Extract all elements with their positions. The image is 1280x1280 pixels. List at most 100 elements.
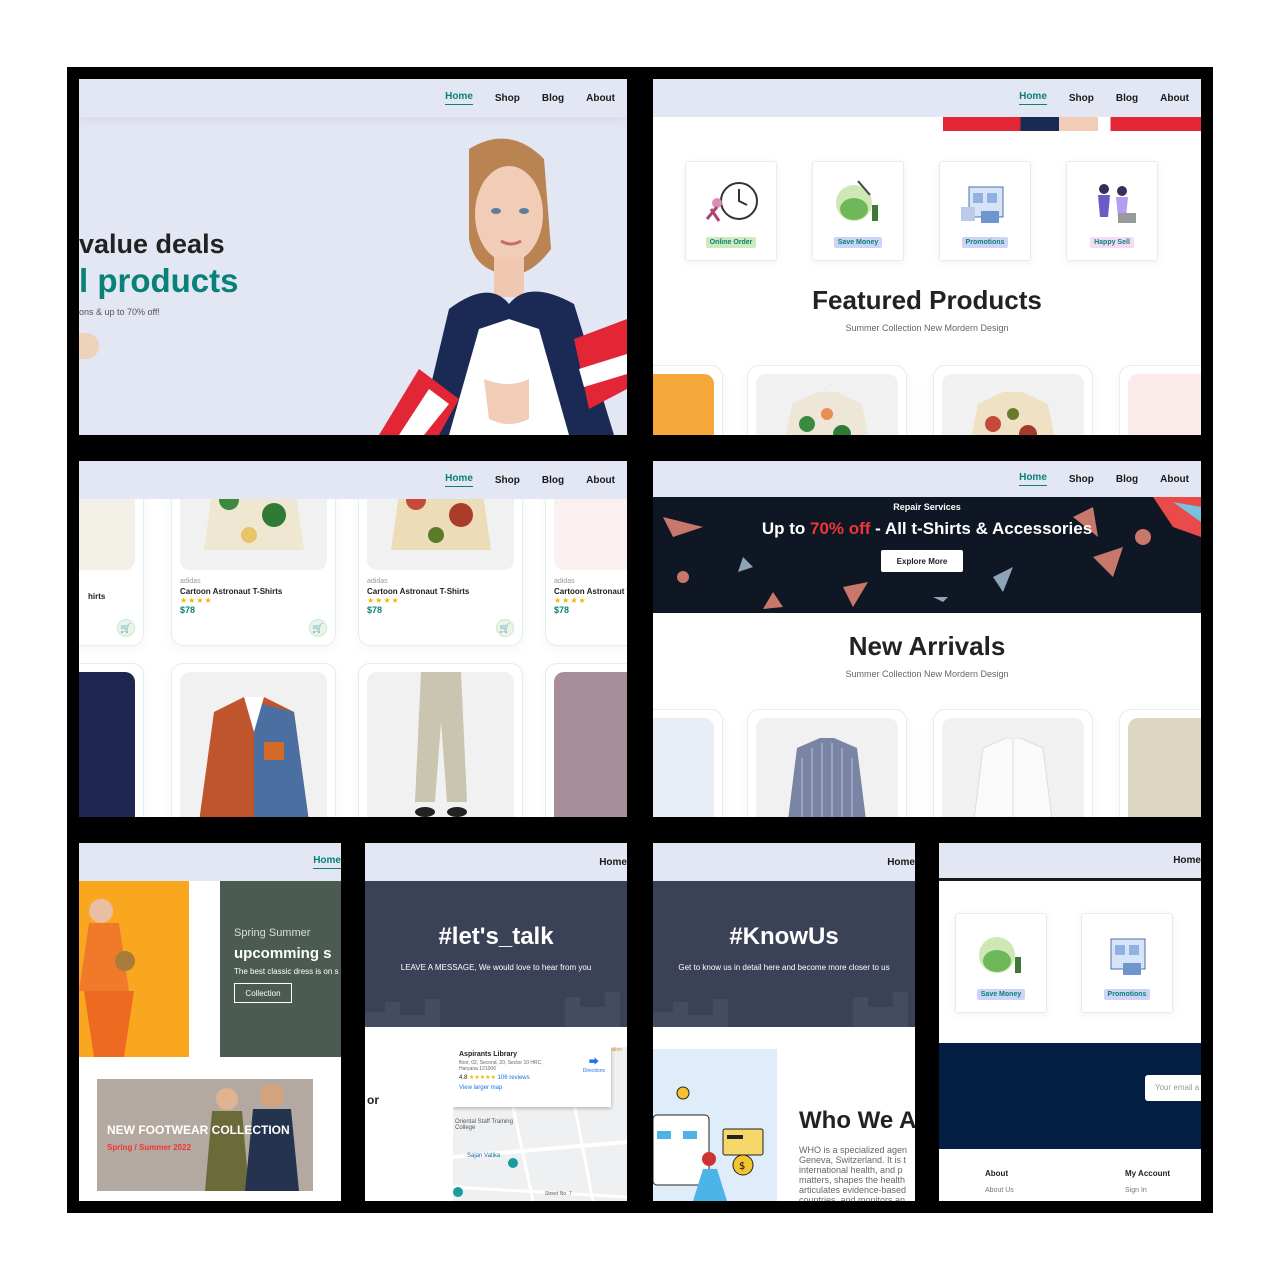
hero-strip-fragment <box>943 117 1201 131</box>
map-info-card: Aspirants Library floor, 02, Second, 20,… <box>453 1047 611 1107</box>
featured-subtitle: Summer Collection New Mordern Design <box>845 323 1009 333</box>
product-card[interactable] <box>747 365 907 435</box>
product-card[interactable] <box>358 663 523 817</box>
nav-shop[interactable]: Shop <box>495 475 520 486</box>
footwear-title: NEW FOOTWEAR COLLECTION <box>107 1123 290 1137</box>
spring-summer-card: Spring Summer upcomming s The best class… <box>220 881 341 1057</box>
banner-highlight: 70% off <box>809 519 871 538</box>
footer-about-head: About <box>985 1169 1009 1178</box>
nav-bar: Home <box>365 843 627 881</box>
new-arrivals-panel: Home Shop Blog About Repair Services Up … <box>653 461 1201 817</box>
category-save-money[interactable]: Save Money <box>812 161 904 261</box>
nav-bar: Home Shop Blog About <box>653 79 1201 117</box>
or-text: or <box>367 1093 379 1107</box>
nav-blog[interactable]: Blog <box>1116 93 1138 104</box>
cart-icon[interactable]: 🛒 <box>309 619 327 637</box>
cart-icon[interactable]: 🛒 <box>496 619 514 637</box>
product-card[interactable] <box>653 365 723 435</box>
featured-panel: Home Shop Blog About Online Order Save M… <box>653 79 1201 435</box>
nav-home[interactable]: Home <box>1019 91 1047 105</box>
view-larger-map-link[interactable]: View larger map <box>459 1085 605 1091</box>
nav-blog[interactable]: Blog <box>542 93 564 104</box>
nav-home[interactable]: Home <box>445 473 473 487</box>
striped-shirt-image <box>788 738 866 817</box>
clock-runner-illustration <box>705 182 758 222</box>
nav-about[interactable]: About <box>1160 93 1189 104</box>
product-card[interactable] <box>1119 365 1201 435</box>
footwear-banner[interactable]: NEW FOOTWEAR COLLECTION Spring / Summer … <box>97 1079 313 1191</box>
nav-shop[interactable]: Shop <box>495 93 520 104</box>
banner-kicker: Repair Services <box>893 502 961 512</box>
nav-bar: Home Shop Blog About <box>653 461 1201 497</box>
category-promotions[interactable]: Promotions <box>939 161 1031 261</box>
piggy-bank-illustration <box>836 180 878 221</box>
product-price: $78 <box>180 605 196 615</box>
nav-home[interactable]: Home <box>1019 472 1047 486</box>
product-card[interactable] <box>933 709 1093 817</box>
product-card[interactable] <box>79 663 144 817</box>
explore-more-button[interactable]: Explore More <box>881 550 963 572</box>
directions-icon: ⮕ <box>588 1057 599 1068</box>
footer-account-head: My Account <box>1125 1169 1171 1178</box>
nav-home[interactable]: Home <box>887 857 915 868</box>
category-online-order[interactable]: Online Order <box>685 161 777 261</box>
banner-headline: Up to 70% off - All t-Shirts & Accessori… <box>653 519 1201 539</box>
category-happy-sell[interactable]: Happy Sell <box>1066 161 1158 261</box>
email-input[interactable]: Your email a <box>1145 1075 1201 1101</box>
category-tag: Save Money <box>976 989 1026 1000</box>
category-save-money[interactable]: Save Money <box>955 913 1047 1013</box>
map-embed[interactable]: Oriental Staff Training College Sajan Va… <box>453 1047 627 1201</box>
promo-small-text: Spring Summer <box>234 927 311 939</box>
nav-shop[interactable]: Shop <box>1069 474 1094 485</box>
hero-button-fragment[interactable] <box>79 333 99 359</box>
product-brand: adidas <box>554 578 575 585</box>
cart-icon[interactable]: 🛒 <box>117 619 135 637</box>
hero-model-image <box>379 138 627 435</box>
skyline-decoration <box>365 992 620 1027</box>
promo-model-image <box>79 881 189 1057</box>
nav-bar: Home <box>939 843 1201 881</box>
collection-button[interactable]: Collection <box>234 983 292 1003</box>
nav-about[interactable]: About <box>586 93 615 104</box>
footwear-subtitle: Spring / Summer 2022 <box>107 1143 192 1152</box>
nav-home[interactable]: Home <box>599 857 627 868</box>
product-card[interactable] <box>653 709 723 817</box>
promo-title: upcomming s <box>234 945 332 962</box>
product-name: Cartoon Astronaut T-Shirts <box>367 587 470 596</box>
product-card[interactable] <box>747 709 907 817</box>
talk-header: #let's_talk LEAVE A MESSAGE, We would lo… <box>365 881 627 1027</box>
category-promotions[interactable]: Promotions <box>1081 913 1173 1013</box>
nav-home[interactable]: Home <box>445 91 473 105</box>
nav-about[interactable]: About <box>1160 474 1189 485</box>
nav-home[interactable]: Home <box>1173 855 1201 866</box>
product-card[interactable] <box>1119 709 1201 817</box>
map-rating: 4.8 ★★★★★ 106 reviews <box>459 1074 605 1081</box>
hero-line3: ons & up to 70% off! <box>79 307 160 317</box>
hero-line2: l products <box>79 262 239 299</box>
nav-home[interactable]: Home <box>313 855 341 869</box>
promo-desc: The best classic dress is on s <box>234 967 339 976</box>
product-card[interactable] <box>545 663 627 817</box>
reviews-link[interactable]: 106 reviews <box>498 1075 530 1081</box>
directions-label: Directions <box>582 1068 605 1074</box>
trousers-image <box>414 672 467 817</box>
storefront-illustration <box>961 186 1004 223</box>
piggy-bank-illustration <box>979 937 1021 973</box>
footer-about-link[interactable]: About Us <box>985 1187 1014 1194</box>
nav-about[interactable]: About <box>586 475 615 486</box>
collage-frame: Home Shop Blog About value deals l produ… <box>67 67 1213 1213</box>
product-brand: adidas <box>180 578 201 585</box>
product-card[interactable] <box>933 365 1093 435</box>
nav-blog[interactable]: Blog <box>542 475 564 486</box>
rating-stars: ★★★★ <box>367 596 400 605</box>
product-card[interactable] <box>171 663 336 817</box>
floral-shirt-image <box>785 384 869 435</box>
product-brand: adidas <box>367 578 388 585</box>
product-name: hirts <box>88 592 106 601</box>
know-header: #KnowUs Get to know us in detail here an… <box>653 881 915 1027</box>
footer-account-link[interactable]: Sign In <box>1125 1187 1147 1194</box>
people-illustration <box>1098 184 1136 223</box>
nav-blog[interactable]: Blog <box>1116 474 1138 485</box>
nav-shop[interactable]: Shop <box>1069 93 1094 104</box>
directions-link[interactable]: ⮕ Directions <box>583 1053 605 1074</box>
